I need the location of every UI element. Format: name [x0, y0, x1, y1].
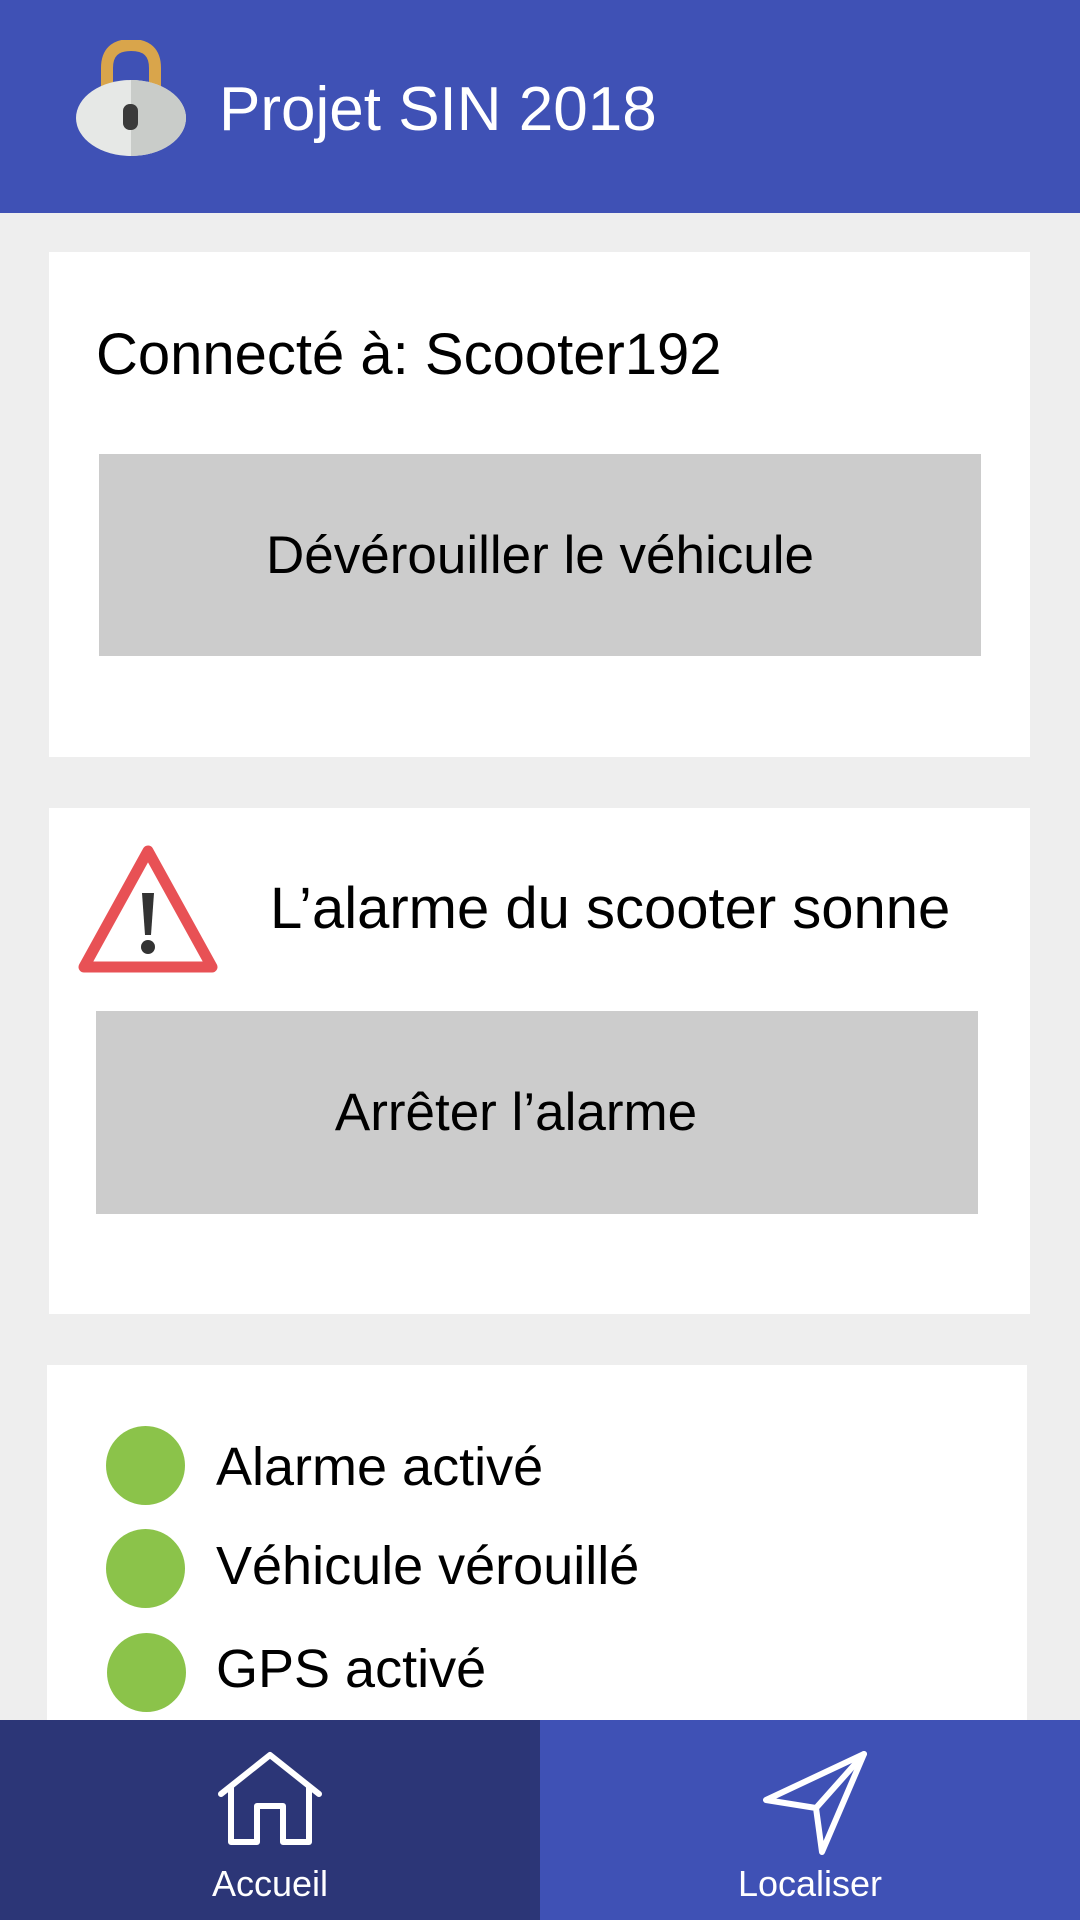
- app-header: Projet SIN 2018: [0, 0, 1080, 213]
- status-indicator-alarm: [106, 1426, 185, 1505]
- navigation-arrow-icon: [763, 1751, 867, 1855]
- stop-alarm-label: Arrêter l’alarme: [334, 1083, 698, 1142]
- nav-item-locate[interactable]: Localiser: [540, 1720, 1080, 1920]
- padlock-icon: [76, 40, 186, 156]
- nav-label-locate: Localiser: [737, 1863, 883, 1904]
- status-label-gps: GPS activé: [216, 1639, 487, 1699]
- stop-alarm-button[interactable]: Arrêter l’alarme: [96, 1011, 978, 1214]
- home-icon: [218, 1752, 322, 1845]
- status-indicator-gps: [107, 1633, 186, 1712]
- alarm-message: L’alarme du scooter sonne: [270, 876, 951, 941]
- warning-icon: [78, 845, 218, 973]
- connection-status-label: Connecté à: Scooter192: [96, 322, 722, 387]
- unlock-vehicle-label: Dévérouiller le véhicule: [266, 525, 814, 585]
- status-label-alarm: Alarme activé: [216, 1437, 544, 1497]
- status-indicator-locked: [106, 1529, 185, 1608]
- nav-label-home: Accueil: [211, 1863, 329, 1904]
- bottom-navigation: Accueil Localiser: [0, 1720, 1080, 1920]
- app-title: Projet SIN 2018: [219, 75, 657, 144]
- unlock-vehicle-button[interactable]: Dévérouiller le véhicule: [99, 454, 981, 656]
- nav-item-home[interactable]: Accueil: [0, 1720, 540, 1920]
- status-label-locked: Véhicule vérouillé: [216, 1536, 640, 1596]
